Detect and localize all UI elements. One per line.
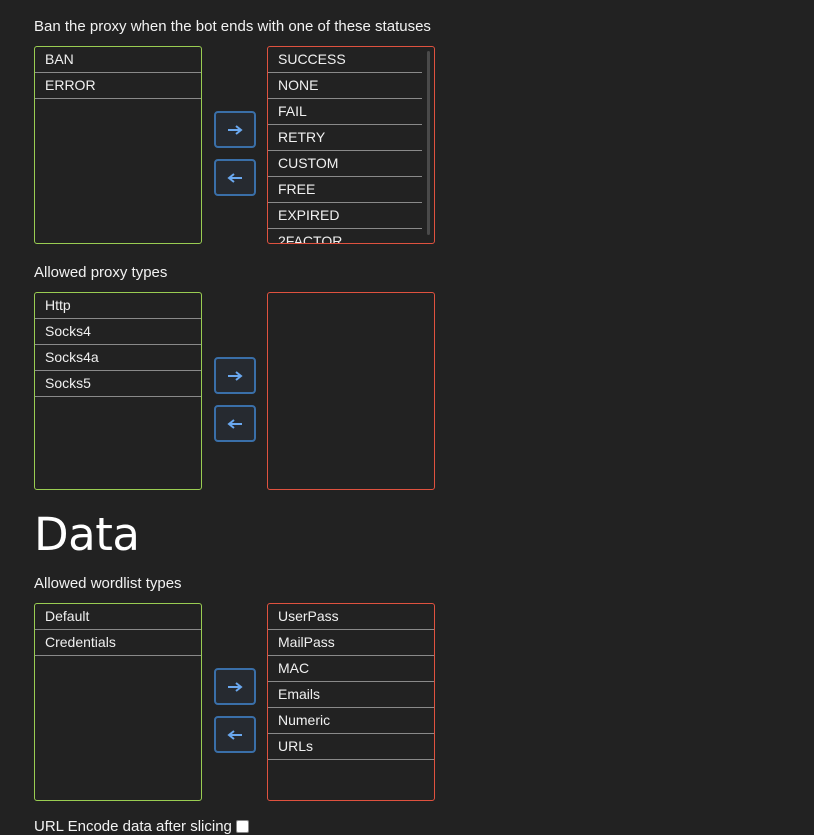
list-item[interactable]: 2FACTOR (268, 229, 422, 243)
arrow-right-icon (228, 681, 243, 692)
wordlist-move-right-button[interactable] (214, 668, 256, 705)
list-item[interactable]: BAN (35, 47, 201, 73)
url-encode-row: URL Encode data after slicing (34, 818, 249, 835)
scrollbar[interactable] (427, 51, 430, 235)
wordlist-available-list[interactable]: UserPass MailPass MAC Emails Numeric URL… (267, 603, 435, 801)
list-item[interactable]: FREE (268, 177, 422, 203)
proxy-selected-list[interactable]: Http Socks4 Socks4a Socks5 (34, 292, 202, 490)
ban-available-list[interactable]: SUCCESS NONE FAIL RETRY CUSTOM FREE EXPI… (267, 46, 435, 244)
arrow-right-icon (228, 124, 243, 135)
wordlist-move-left-button[interactable] (214, 716, 256, 753)
list-item[interactable]: URLs (268, 734, 434, 760)
arrow-left-icon (227, 418, 242, 429)
list-item[interactable]: EXPIRED (268, 203, 422, 229)
ban-statuses-label: Ban the proxy when the bot ends with one… (34, 18, 431, 35)
list-item[interactable]: Http (35, 293, 201, 319)
proxy-move-right-button[interactable] (214, 357, 256, 394)
list-item[interactable]: CUSTOM (268, 151, 422, 177)
list-item[interactable]: MailPass (268, 630, 434, 656)
list-item[interactable]: Default (35, 604, 201, 630)
list-item[interactable]: NONE (268, 73, 422, 99)
proxy-types-label: Allowed proxy types (34, 264, 168, 281)
wordlist-selected-list[interactable]: Default Credentials (34, 603, 202, 801)
wordlist-types-label: Allowed wordlist types (34, 575, 182, 592)
ban-selected-list[interactable]: BAN ERROR (34, 46, 202, 244)
arrow-right-icon (228, 370, 243, 381)
list-item[interactable]: FAIL (268, 99, 422, 125)
list-item[interactable]: Numeric (268, 708, 434, 734)
list-item[interactable]: MAC (268, 656, 434, 682)
list-item[interactable]: Socks4 (35, 319, 201, 345)
proxy-available-list[interactable] (267, 292, 435, 490)
list-item[interactable]: Emails (268, 682, 434, 708)
list-item[interactable]: Socks5 (35, 371, 201, 397)
list-item[interactable]: SUCCESS (268, 47, 422, 73)
arrow-left-icon (227, 172, 242, 183)
list-item[interactable]: Credentials (35, 630, 201, 656)
url-encode-checkbox[interactable] (235, 820, 249, 833)
list-item[interactable]: ERROR (35, 73, 201, 99)
ban-move-left-button[interactable] (214, 159, 256, 196)
arrow-left-icon (227, 729, 242, 740)
ban-move-right-button[interactable] (214, 111, 256, 148)
url-encode-label: URL Encode data after slicing (34, 818, 232, 835)
list-item[interactable]: UserPass (268, 604, 434, 630)
proxy-move-left-button[interactable] (214, 405, 256, 442)
data-heading: Data (34, 508, 140, 561)
list-item[interactable]: RETRY (268, 125, 422, 151)
list-item[interactable]: Socks4a (35, 345, 201, 371)
